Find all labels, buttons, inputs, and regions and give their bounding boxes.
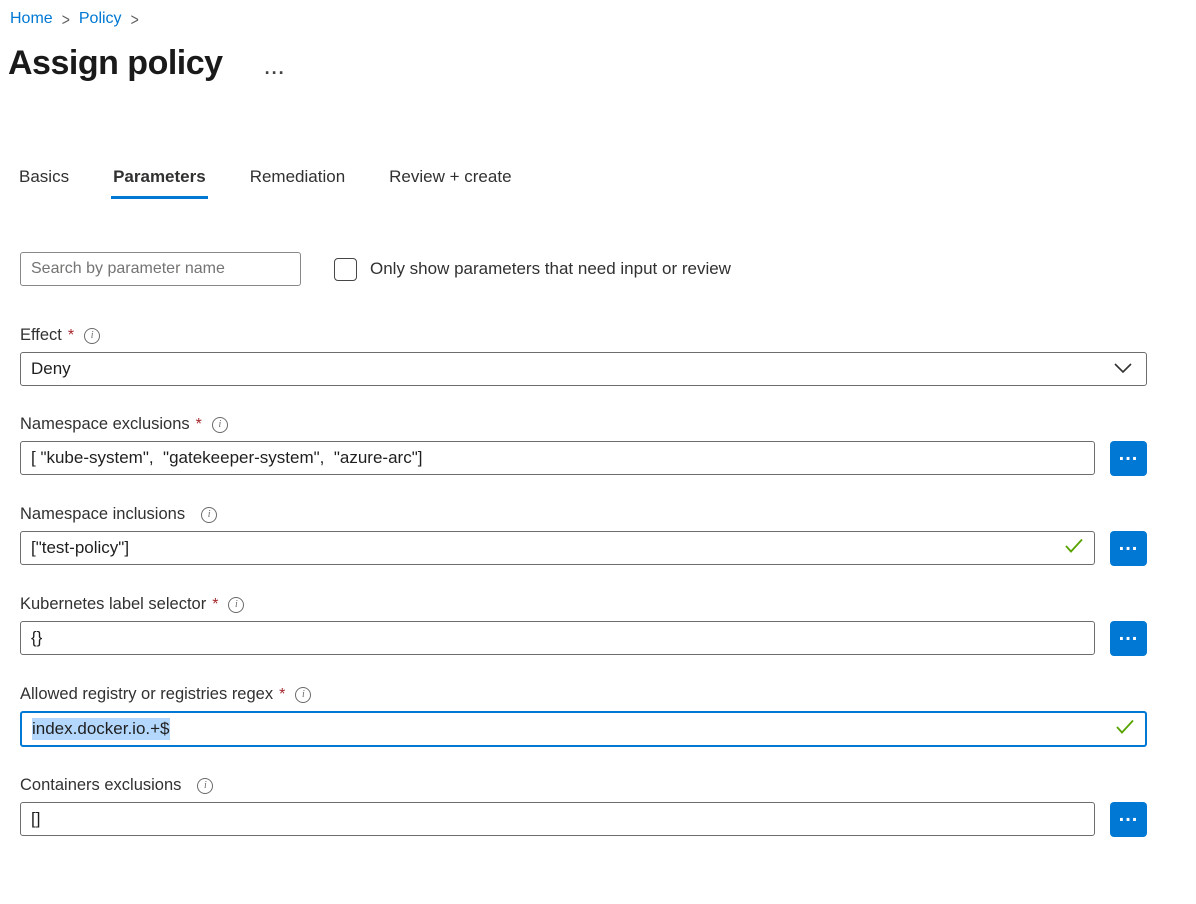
field-label: Allowed registry or registries regex bbox=[20, 685, 273, 704]
assign-policy-page: Home > Policy > Assign policy ... Basics… bbox=[0, 0, 1196, 904]
namespace-exclusions-more-button[interactable]: ... bbox=[1110, 441, 1147, 476]
breadcrumb-policy-link[interactable]: Policy bbox=[79, 10, 122, 28]
breadcrumb-separator-icon: > bbox=[131, 9, 139, 29]
namespace-inclusions-more-button[interactable]: ... bbox=[1110, 531, 1147, 566]
field-label: Namespace inclusions bbox=[20, 505, 185, 524]
field-label: Effect bbox=[20, 326, 62, 345]
tab-basics[interactable]: Basics bbox=[17, 163, 71, 199]
filter-checkbox-label[interactable]: Only show parameters that need input or … bbox=[370, 259, 731, 279]
field-label: Containers exclusions bbox=[20, 776, 181, 795]
breadcrumb-home-link[interactable]: Home bbox=[10, 10, 53, 28]
namespace-exclusions-input[interactable] bbox=[31, 442, 1084, 474]
field-namespace-exclusions: Namespace exclusions * i ... bbox=[20, 415, 1196, 476]
field-label: Kubernetes label selector bbox=[20, 595, 206, 614]
required-asterisk: * bbox=[279, 686, 285, 704]
breadcrumb: Home > Policy > bbox=[0, 0, 1196, 28]
field-containers-exclusions: Containers exclusions i ... bbox=[20, 776, 1196, 837]
info-icon[interactable]: i bbox=[84, 328, 100, 344]
selected-input-text: index.docker.io.+$ bbox=[32, 718, 170, 740]
namespace-inclusions-input[interactable] bbox=[31, 532, 1056, 564]
filter-row: Only show parameters that need input or … bbox=[20, 252, 1196, 286]
check-mark-icon bbox=[1064, 538, 1084, 559]
info-icon[interactable]: i bbox=[212, 417, 228, 433]
effect-dropdown-value: Deny bbox=[31, 359, 71, 379]
field-effect: Effect * i Deny bbox=[20, 326, 1196, 386]
tab-review-create[interactable]: Review + create bbox=[387, 163, 513, 199]
kubernetes-label-selector-more-button[interactable]: ... bbox=[1110, 621, 1147, 656]
containers-exclusions-more-button[interactable]: ... bbox=[1110, 802, 1147, 837]
required-asterisk: * bbox=[68, 327, 74, 345]
info-icon[interactable]: i bbox=[295, 687, 311, 703]
allowed-registry-regex-input[interactable]: index.docker.io.+$ bbox=[20, 711, 1147, 747]
field-namespace-inclusions: Namespace inclusions i ... bbox=[20, 505, 1196, 566]
containers-exclusions-input[interactable] bbox=[31, 803, 1084, 835]
effect-dropdown[interactable]: Deny bbox=[20, 352, 1147, 386]
tab-bar: Basics Parameters Remediation Review + c… bbox=[17, 163, 1196, 199]
more-options-icon[interactable]: ... bbox=[265, 63, 286, 73]
field-label: Namespace exclusions bbox=[20, 415, 190, 434]
search-input[interactable] bbox=[20, 252, 301, 286]
info-icon[interactable]: i bbox=[228, 597, 244, 613]
info-icon[interactable]: i bbox=[197, 778, 213, 794]
check-mark-icon bbox=[1115, 719, 1135, 740]
kubernetes-label-selector-input[interactable] bbox=[31, 622, 1084, 654]
info-icon[interactable]: i bbox=[201, 507, 217, 523]
chevron-down-icon bbox=[1114, 359, 1132, 379]
field-kubernetes-label-selector: Kubernetes label selector * i ... bbox=[20, 595, 1196, 656]
required-asterisk: * bbox=[196, 416, 202, 434]
tab-parameters[interactable]: Parameters bbox=[111, 163, 208, 199]
page-title: Assign policy bbox=[8, 44, 223, 83]
parameters-form: Effect * i Deny Namespace exclusions * i bbox=[20, 326, 1196, 837]
filter-checkbox[interactable] bbox=[334, 258, 357, 281]
breadcrumb-separator-icon: > bbox=[62, 9, 70, 29]
tab-remediation[interactable]: Remediation bbox=[248, 163, 347, 199]
field-allowed-registry-regex: Allowed registry or registries regex * i… bbox=[20, 685, 1196, 747]
required-asterisk: * bbox=[212, 596, 218, 614]
title-row: Assign policy ... bbox=[8, 44, 1196, 83]
